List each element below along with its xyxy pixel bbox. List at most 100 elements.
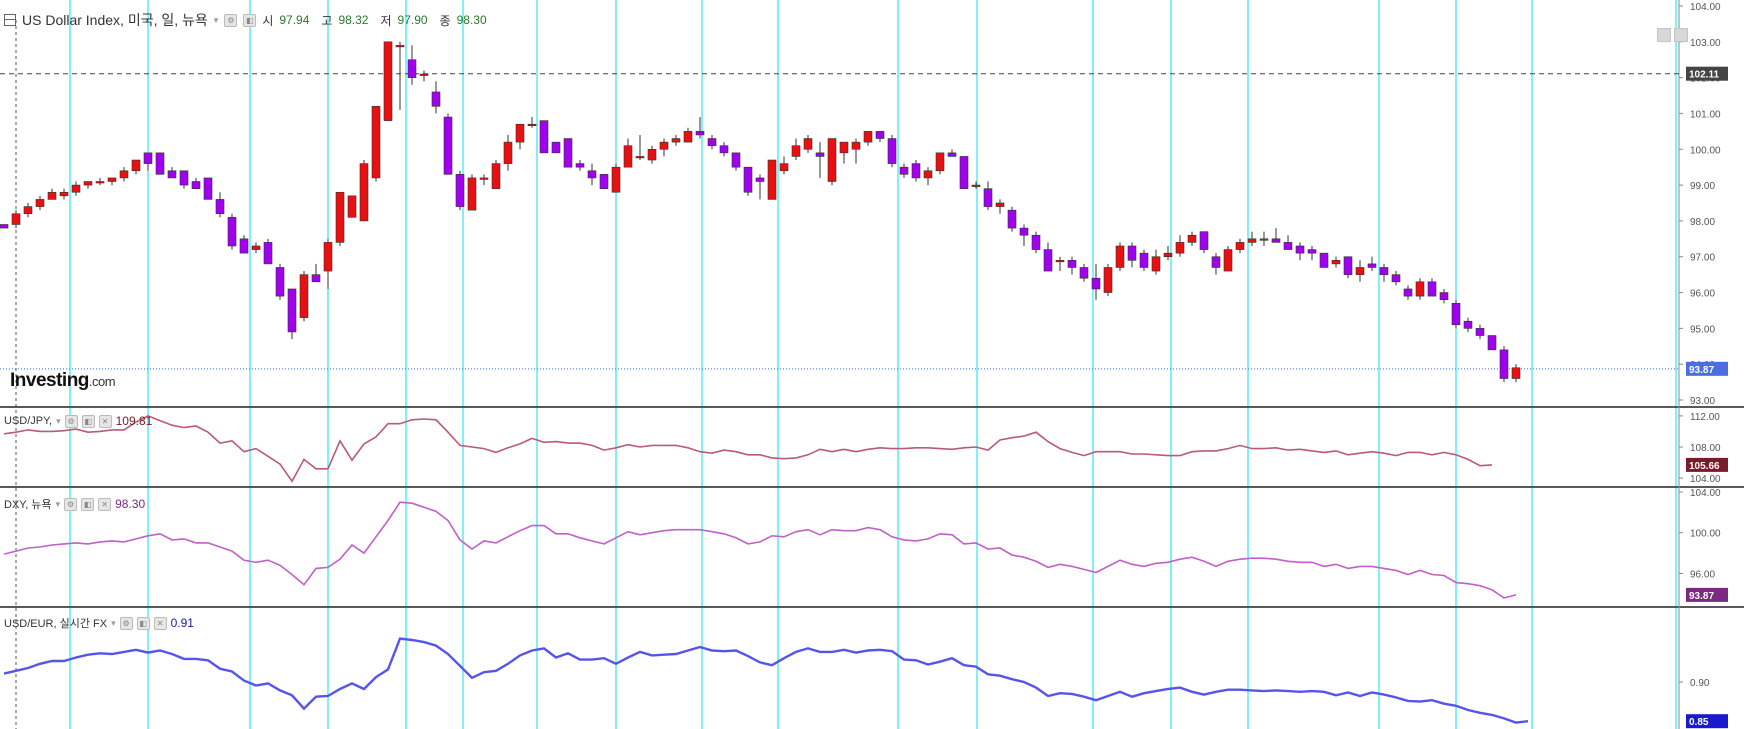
candle-body bbox=[791, 145, 801, 157]
usdeur-series-line bbox=[3, 637, 1529, 724]
y-tick-label: 100.00 bbox=[1690, 529, 1721, 540]
low-value: 97.90 bbox=[397, 13, 428, 27]
candle-body bbox=[1067, 260, 1077, 268]
close-icon[interactable]: ✕ bbox=[98, 497, 112, 511]
candle-body bbox=[299, 274, 309, 318]
usdjpy-legend: USD/JPY, ▾ ⚙ ◧ ✕ 109.81 bbox=[4, 414, 152, 428]
usdeur-legend: USD/EUR, 실시간 FX ▾ ⚙ ◧ ✕ 0.91 bbox=[4, 615, 194, 631]
candle-body bbox=[167, 170, 177, 179]
candle-body bbox=[407, 59, 417, 78]
usdeur-label[interactable]: USD/EUR, 실시간 FX bbox=[4, 615, 107, 631]
candle-body bbox=[431, 91, 441, 107]
candle-body bbox=[827, 138, 837, 182]
high-label: 고 bbox=[321, 13, 333, 28]
candle-body bbox=[1487, 335, 1497, 351]
collapse-pane-icon[interactable] bbox=[4, 14, 16, 26]
candle-body bbox=[1451, 302, 1461, 326]
dxy-label[interactable]: DXY, 뉴욕 bbox=[4, 496, 52, 512]
close-icon[interactable]: ✕ bbox=[153, 616, 167, 630]
candle-body bbox=[1463, 320, 1473, 329]
settings-icon[interactable]: ⚙ bbox=[64, 497, 78, 511]
candle-body bbox=[1415, 281, 1425, 297]
candle-body bbox=[503, 141, 513, 164]
candle-body bbox=[251, 245, 261, 250]
minimize-icon[interactable] bbox=[1657, 28, 1671, 42]
candle-body bbox=[191, 181, 201, 189]
chevron-down-icon[interactable]: ▾ bbox=[56, 499, 61, 510]
y-tick-label: 104.00 bbox=[1690, 2, 1721, 13]
candle-body bbox=[1283, 242, 1293, 250]
candle-body bbox=[455, 174, 465, 207]
y-tick-label: 0.90 bbox=[1690, 678, 1710, 689]
candle-body bbox=[839, 141, 849, 154]
candle-body bbox=[479, 177, 489, 180]
candle-body bbox=[359, 163, 369, 222]
candle-body bbox=[551, 141, 561, 154]
candle-body bbox=[1103, 267, 1113, 293]
candle-body bbox=[1223, 249, 1233, 272]
candle-body bbox=[1151, 256, 1161, 272]
candle-body bbox=[1163, 252, 1173, 258]
y-tick-label: 98.00 bbox=[1690, 217, 1715, 228]
candle-body bbox=[95, 181, 105, 184]
y-tick-label: 101.00 bbox=[1690, 109, 1721, 120]
candle-body bbox=[371, 105, 381, 179]
candle-body bbox=[35, 199, 45, 207]
candle-body bbox=[275, 267, 285, 297]
y-tick-label: 104.00 bbox=[1690, 474, 1721, 485]
candle-body bbox=[1379, 267, 1389, 275]
candle-body bbox=[1367, 263, 1377, 268]
candle-body bbox=[155, 152, 165, 175]
chevron-down-icon[interactable]: ▾ bbox=[111, 618, 116, 629]
candle-body bbox=[707, 138, 717, 146]
candle-body bbox=[1139, 252, 1149, 268]
candle-body bbox=[1211, 256, 1221, 268]
candle-body bbox=[671, 138, 681, 143]
y-tick-label: 99.00 bbox=[1690, 181, 1715, 192]
toggle-icon[interactable]: ◧ bbox=[81, 414, 95, 428]
chart-canvas[interactable]: 104.00103.00102.00101.00100.0099.0098.00… bbox=[0, 0, 1744, 729]
chevron-down-icon[interactable]: ▾ bbox=[56, 416, 61, 427]
settings-icon[interactable]: ⚙ bbox=[224, 13, 238, 27]
close-icon[interactable]: ✕ bbox=[98, 414, 112, 428]
candle-body bbox=[1475, 328, 1485, 336]
candle-body bbox=[1511, 367, 1521, 379]
candle-body bbox=[263, 242, 273, 265]
toggle-icon[interactable]: ◧ bbox=[81, 497, 95, 511]
dxy-legend: DXY, 뉴욕 ▾ ⚙ ◧ ✕ 98.30 bbox=[4, 496, 145, 512]
dxy-price-marker-label: 93.87 bbox=[1689, 591, 1714, 602]
main-series-title[interactable]: US Dollar Index, 미국, 일, 뉴욕 bbox=[22, 10, 208, 30]
chevron-down-icon[interactable]: ▾ bbox=[214, 15, 219, 26]
candle-body bbox=[1115, 245, 1125, 268]
settings-icon[interactable]: ⚙ bbox=[64, 414, 78, 428]
candle-body bbox=[983, 188, 993, 207]
candle-body bbox=[47, 191, 57, 200]
candle-body bbox=[323, 242, 333, 272]
toggle-icon[interactable]: ◧ bbox=[136, 616, 150, 630]
maximize-icon[interactable] bbox=[1674, 28, 1688, 42]
settings-icon[interactable]: ⚙ bbox=[119, 616, 133, 630]
candle-body bbox=[443, 116, 453, 175]
candle-body bbox=[1331, 260, 1341, 265]
candle-body bbox=[863, 131, 873, 143]
candle-body bbox=[1427, 281, 1437, 297]
candle-body bbox=[995, 202, 1005, 207]
candle-body bbox=[1295, 245, 1305, 254]
candle-body bbox=[911, 163, 921, 179]
candle-body bbox=[1043, 249, 1053, 272]
usdjpy-label[interactable]: USD/JPY, bbox=[4, 415, 52, 427]
main-legend: US Dollar Index, 미국, 일, 뉴욕 ▾ ⚙ ◧ 시 97.94 … bbox=[4, 10, 493, 30]
close-label: 종 bbox=[439, 13, 451, 28]
candle-body bbox=[1019, 227, 1029, 236]
candle-body bbox=[311, 274, 321, 283]
candle-body bbox=[1055, 260, 1065, 263]
usdjpy-series-line bbox=[3, 415, 1493, 483]
candle-body bbox=[1355, 267, 1365, 275]
candle-body bbox=[83, 181, 93, 186]
y-tick-label: 104.00 bbox=[1690, 488, 1721, 499]
candle-body bbox=[539, 120, 549, 154]
toggle-icon[interactable]: ◧ bbox=[243, 13, 257, 27]
candle-body bbox=[587, 170, 597, 179]
candle-body bbox=[803, 138, 813, 150]
price-marker-label: 102.11 bbox=[1689, 70, 1719, 81]
